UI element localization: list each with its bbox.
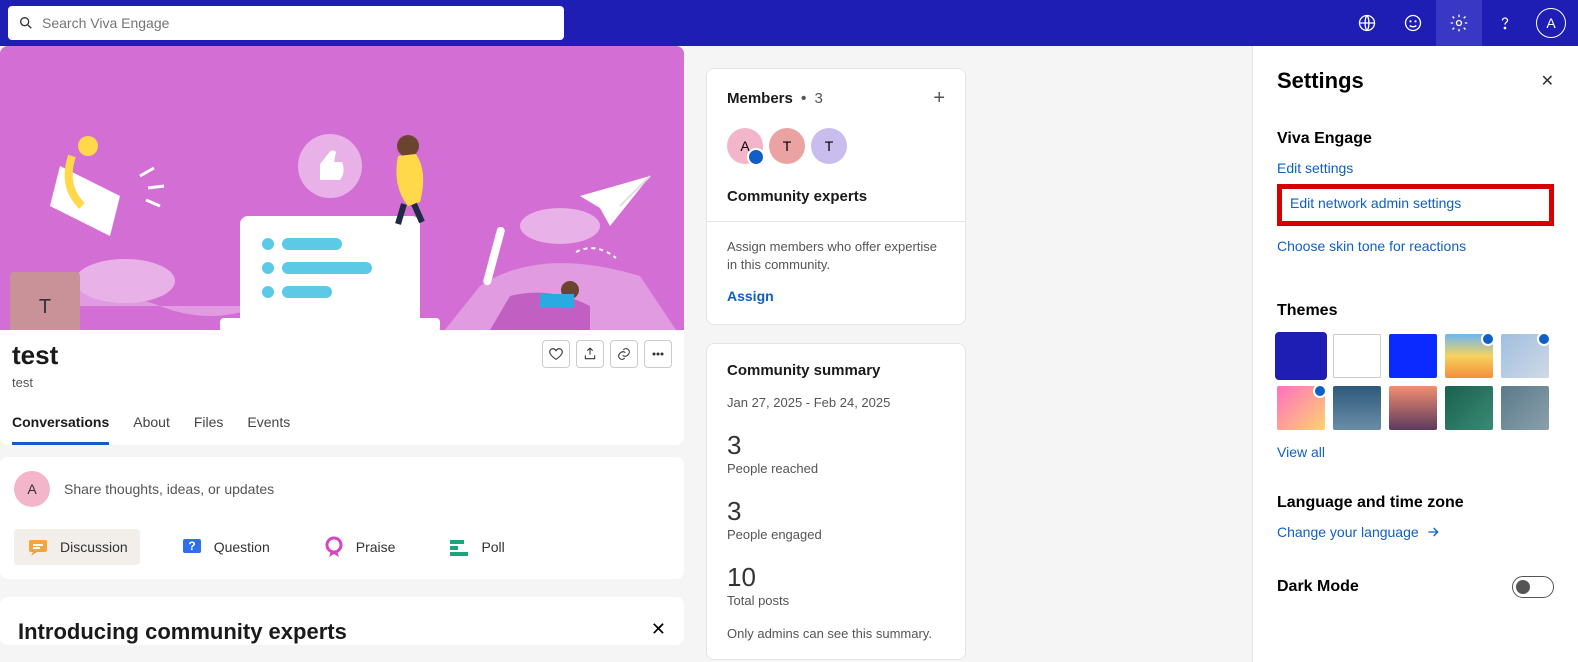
settings-section-viva: Viva Engage <box>1277 130 1554 148</box>
search-icon <box>18 15 34 31</box>
intro-card: Introducing community experts ✕ <box>0 597 684 645</box>
settings-panel: Settings ✕ Viva Engage Edit settings Edi… <box>1252 46 1578 662</box>
stat-number: 3 <box>727 496 945 527</box>
theme-swatch[interactable] <box>1277 386 1325 430</box>
member-avatar[interactable]: T <box>769 128 805 164</box>
dark-mode-label: Dark Mode <box>1277 578 1359 596</box>
summary-admin-note: Only admins can see this summary. <box>727 626 945 641</box>
discussion-icon <box>26 535 50 559</box>
members-count: 3 <box>814 90 822 107</box>
edit-settings-link[interactable]: Edit settings <box>1277 160 1554 176</box>
option-poll[interactable]: Poll <box>435 529 516 565</box>
theme-swatch[interactable] <box>1389 334 1437 378</box>
stat-label: People reached <box>727 461 945 476</box>
poll-icon <box>447 535 471 559</box>
community-avatar: T <box>10 272 80 330</box>
tab-about[interactable]: About <box>133 406 170 445</box>
option-question[interactable]: ? Question <box>168 529 282 565</box>
experts-description: Assign members who offer expertise in th… <box>727 238 945 274</box>
language-title: Language and time zone <box>1277 494 1554 512</box>
composer-placeholder[interactable]: Share thoughts, ideas, or updates <box>64 481 274 497</box>
assign-link[interactable]: Assign <box>727 288 774 304</box>
community-column: T test test Conversations About Files Ev… <box>0 46 684 662</box>
tab-files[interactable]: Files <box>194 406 224 445</box>
community-tabs: Conversations About Files Events <box>12 406 672 445</box>
summary-date-range: Jan 27, 2025 - Feb 24, 2025 <box>727 395 945 410</box>
question-icon: ? <box>180 535 204 559</box>
option-label: Poll <box>481 539 504 555</box>
more-button[interactable] <box>644 340 672 368</box>
summary-title: Community summary <box>727 362 945 379</box>
option-label: Praise <box>356 539 396 555</box>
close-icon[interactable]: ✕ <box>651 619 666 640</box>
stat-label: People engaged <box>727 527 945 542</box>
community-header: test test Conversations About Files Even… <box>0 330 684 445</box>
theme-swatch[interactable] <box>1501 386 1549 430</box>
change-language-link[interactable]: Change your language <box>1277 524 1554 540</box>
theme-swatch[interactable] <box>1445 386 1493 430</box>
globe-icon[interactable] <box>1344 0 1390 46</box>
side-column: Members • 3 + ATT Community experts Assi… <box>706 46 966 662</box>
experts-title: Community experts <box>727 188 945 205</box>
themes-title: Themes <box>1277 302 1554 320</box>
add-member-button[interactable]: + <box>933 87 945 110</box>
option-label: Discussion <box>60 539 128 555</box>
stat-label: Total posts <box>727 593 945 608</box>
link-button[interactable] <box>610 340 638 368</box>
option-praise[interactable]: Praise <box>310 529 408 565</box>
favorite-button[interactable] <box>542 340 570 368</box>
tab-events[interactable]: Events <box>247 406 290 445</box>
intro-title: Introducing community experts <box>18 619 666 645</box>
help-icon[interactable] <box>1482 0 1528 46</box>
highlight-box: Edit network admin settings . <box>1277 184 1554 226</box>
dark-mode-toggle[interactable] <box>1512 576 1554 598</box>
theme-swatch[interactable] <box>1445 334 1493 378</box>
top-bar: A <box>0 0 1578 46</box>
theme-swatch[interactable] <box>1333 334 1381 378</box>
smiley-icon[interactable] <box>1390 0 1436 46</box>
praise-icon <box>322 535 346 559</box>
tab-conversations[interactable]: Conversations <box>12 406 109 445</box>
option-label: Question <box>214 539 270 555</box>
community-title: test <box>12 340 536 371</box>
user-avatar[interactable]: A <box>1528 0 1574 46</box>
members-card: Members • 3 + ATT Community experts Assi… <box>706 68 966 325</box>
stat-number: 3 <box>727 430 945 461</box>
view-all-themes-link[interactable]: View all <box>1277 444 1554 460</box>
theme-swatch[interactable] <box>1333 386 1381 430</box>
summary-card: Community summary Jan 27, 2025 - Feb 24,… <box>706 343 966 660</box>
member-avatar[interactable]: T <box>811 128 847 164</box>
share-button[interactable] <box>576 340 604 368</box>
gear-icon[interactable] <box>1436 0 1482 46</box>
cover-illustration <box>0 46 684 330</box>
community-cover: T <box>0 46 684 330</box>
arrow-right-icon <box>1425 524 1441 540</box>
theme-swatch[interactable] <box>1277 334 1325 378</box>
edit-network-admin-link[interactable]: Edit network admin settings <box>1290 195 1541 211</box>
stat-number: 10 <box>727 562 945 593</box>
option-discussion[interactable]: Discussion <box>14 529 140 565</box>
theme-swatch[interactable] <box>1389 386 1437 430</box>
members-title: Members <box>727 90 793 107</box>
search-box[interactable] <box>8 6 564 40</box>
search-input[interactable] <box>42 15 554 31</box>
skin-tone-link[interactable]: Choose skin tone for reactions <box>1277 238 1554 254</box>
member-avatar[interactable]: A <box>727 128 763 164</box>
composer-avatar: A <box>14 471 50 507</box>
themes-grid <box>1277 334 1554 430</box>
composer: A Share thoughts, ideas, or updates Disc… <box>0 457 684 579</box>
theme-swatch[interactable] <box>1501 334 1549 378</box>
member-avatars: ATT <box>727 128 945 164</box>
close-icon[interactable]: ✕ <box>1541 71 1554 91</box>
svg-text:?: ? <box>188 539 195 553</box>
community-subtitle: test <box>12 375 672 390</box>
settings-title: Settings <box>1277 68 1541 94</box>
